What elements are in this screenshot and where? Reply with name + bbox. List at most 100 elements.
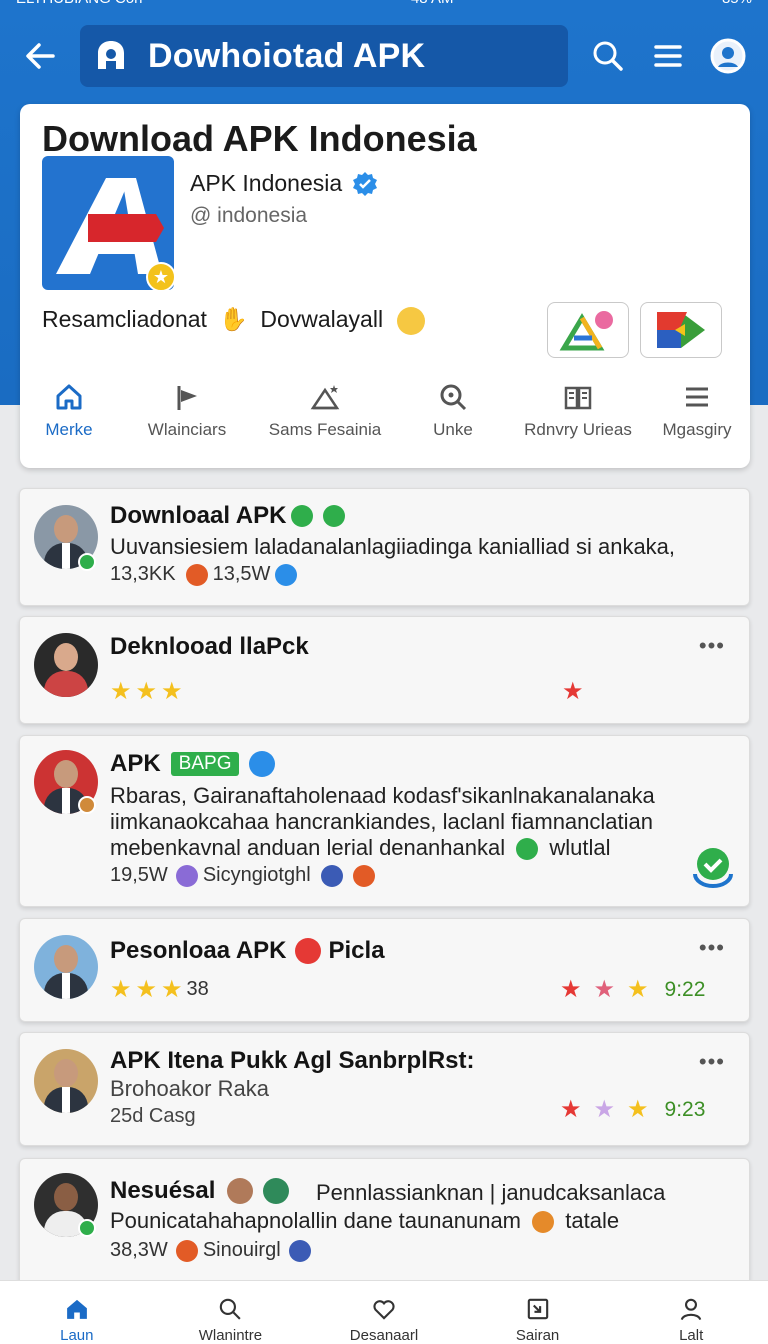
app-name: APK Indonesia: [190, 170, 343, 196]
post-text-line: mebenkavnal anduan lerial denanhankal wl…: [110, 835, 611, 861]
red-star-icon: ★: [562, 678, 584, 705]
grid-badge-icon: [323, 505, 346, 527]
status-bar: ELTHUBIANG Con 48 AM 85%: [0, 0, 768, 14]
post-title: APK Itena Pukk Agl SanbrplRst:: [110, 1047, 475, 1074]
favorite-star[interactable]: ★: [562, 677, 588, 706]
avatar[interactable]: [34, 633, 98, 697]
send-icon[interactable]: [249, 751, 276, 777]
post-card[interactable]: Deknlooad llaPck ••• ★ ★ ★ ★: [19, 616, 750, 724]
title-pill[interactable]: Dowhoiotad APK: [80, 25, 568, 87]
profile-card: Download APK Indonesia ★ APK Indonesia @…: [20, 104, 750, 468]
bottom-navigation: Laun Wlanintre Desanaarl Sairan Lalt: [0, 1280, 768, 1344]
post-count: 13,3KK: [110, 563, 176, 585]
red-star-icon: ★: [560, 1096, 582, 1123]
tab-rdnvry-urieas[interactable]: Rdnvry Urieas: [512, 382, 644, 452]
send-icon[interactable]: [275, 563, 298, 586]
post-views: 13,5W: [212, 563, 271, 585]
nav-profile[interactable]: Lalt: [614, 1281, 768, 1344]
avatar[interactable]: [34, 935, 98, 999]
tab-label: Mgasgiry: [662, 420, 732, 439]
more-options-button[interactable]: •••: [699, 935, 725, 961]
reaction-stars[interactable]: ★ ★ ★ 9:23: [560, 1095, 705, 1124]
header-title: Dowhoiotad APK: [148, 36, 426, 75]
post-card[interactable]: Downloaal APK Uuvansiesiem laladanalanla…: [19, 488, 750, 606]
play-store-icon: [657, 312, 705, 348]
post-subtitle: Brohoakor Raka: [110, 1076, 269, 1101]
post-meta: 19,5W Sicyngiotghl: [110, 864, 380, 887]
rating-count: 38: [186, 978, 209, 1000]
fire-icon: [175, 1239, 198, 1262]
fire-icon: [185, 563, 208, 586]
tab-label: Merke: [45, 420, 93, 439]
more-options-button[interactable]: •••: [699, 633, 725, 659]
post-card[interactable]: APK Itena Pukk Agl SanbrplRst: ••• Broho…: [19, 1032, 750, 1146]
post-meta: 25d Casg: [110, 1105, 196, 1127]
tab-label: Rdnvry Urieas: [524, 420, 632, 439]
post-card[interactable]: Nesuésal Pennlassianknan | janudcaksanla…: [19, 1158, 750, 1298]
nav-search[interactable]: Wlanintre: [154, 1281, 308, 1344]
back-arrow-icon: [26, 43, 55, 69]
triangle-logo-icon: [559, 311, 613, 351]
book-icon: [564, 386, 592, 410]
verified-check-icon: [693, 848, 733, 888]
lavender-star-icon: ★: [593, 1096, 616, 1123]
profile-button[interactable]: [698, 16, 758, 96]
online-status-icon: [78, 1219, 96, 1237]
nav-favorites[interactable]: Desanaarl: [307, 1281, 461, 1344]
post-title: Downloaal APK: [110, 502, 350, 530]
star-icon: ★: [135, 976, 158, 1003]
nav-home[interactable]: Laun: [0, 1281, 154, 1344]
menu-button[interactable]: [638, 16, 698, 96]
back-button[interactable]: [0, 16, 80, 96]
record-icon: [294, 938, 321, 964]
post-title: Deknlooad llaPck: [110, 633, 309, 660]
gold-star-icon: ★: [627, 976, 649, 1003]
post-meta: 13,3KK 13,5W: [110, 563, 302, 586]
tab-mgasgiry[interactable]: Mgasgiry: [644, 382, 750, 452]
play-store-button[interactable]: [640, 302, 722, 358]
globe-icon: [175, 864, 198, 887]
post-tag: BAPG: [170, 752, 240, 776]
trash-icon: [288, 1239, 311, 1262]
post-meta: 38,3W Sinouirgl: [110, 1239, 316, 1262]
post-card[interactable]: APK BAPG Rbaras, Gairanaftaholenaad koda…: [19, 735, 750, 907]
post-text: iimkanaokcahaa hancrankiandes, laclanl f…: [110, 809, 653, 834]
share-app-button[interactable]: [547, 302, 629, 358]
home-icon: [66, 1299, 87, 1319]
post-meta-label: Sinouirgl: [202, 1239, 281, 1261]
app-logo[interactable]: ★: [42, 156, 176, 292]
tab-label: Sams Fesainia: [268, 420, 382, 439]
more-options-button[interactable]: •••: [699, 1049, 725, 1075]
badge-icon: [263, 1178, 290, 1204]
red-star-icon: ★: [560, 976, 582, 1003]
star-icon: ★: [110, 678, 132, 705]
top-app-bar: Dowhoiotad APK: [0, 16, 768, 96]
post-time: 9:23: [664, 1097, 706, 1121]
rating-stars: ★ ★ ★ 38: [110, 975, 209, 1004]
profile-title: Download APK Indonesia: [42, 118, 477, 159]
tab-sams-fesainia[interactable]: Sams Fesainia: [256, 382, 394, 452]
post-meta-label: Sicyngiotghl: [202, 864, 311, 886]
share-icon: [527, 1298, 548, 1320]
post-title: APK BAPG: [110, 750, 280, 778]
nav-share[interactable]: Sairan: [461, 1281, 615, 1344]
online-status-icon: [78, 553, 96, 571]
search-button[interactable]: [578, 16, 638, 96]
promo-text-b: Dovwalayall: [260, 306, 384, 332]
app-shield-icon: [98, 41, 124, 69]
app-handle: @ indonesia: [190, 204, 308, 227]
tab-wlainciars[interactable]: Wlainciars: [118, 382, 256, 452]
nav-label: Desanaarl: [349, 1327, 419, 1344]
leaf-icon: [516, 838, 539, 861]
nav-label: Laun: [60, 1327, 94, 1344]
tab-label: Wlainciars: [147, 420, 227, 439]
post-text: Rbaras, Gairanaftaholenaad kodasf'sikanl…: [110, 783, 655, 808]
post-card[interactable]: Pesonloaa APK Picla ••• ★ ★ ★ 38 ★ ★ ★ 9…: [19, 918, 750, 1022]
avatar[interactable]: [34, 1049, 98, 1113]
star-badge-icon: ★: [146, 262, 176, 292]
reaction-stars[interactable]: ★ ★ ★ 9:22: [560, 975, 705, 1004]
tab-merke[interactable]: Merke: [20, 382, 118, 452]
profile-tabs: Merke Wlainciars Sams Fesainia Unke Rdnv…: [20, 382, 750, 452]
tab-unke[interactable]: Unke: [394, 382, 512, 452]
post-title: Nesuésal: [110, 1177, 294, 1205]
